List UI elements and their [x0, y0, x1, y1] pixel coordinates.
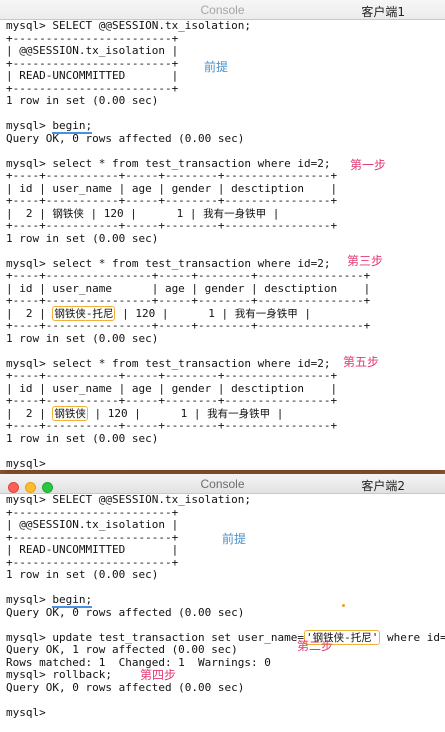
note-premise: 前提	[222, 532, 247, 546]
terminal-line: mysql>	[6, 456, 53, 470]
note-step-1: 第一步	[350, 158, 387, 172]
terminal-line: +----+----------------+-----+--------+--…	[6, 319, 371, 332]
terminal-line: mysql> begin;	[6, 593, 93, 608]
terminal-line: +----+-----------+-----+--------+-------…	[6, 194, 338, 207]
terminal-line: Query OK, 0 rows affected (0.00 sec)	[6, 131, 245, 145]
terminal-line: +----+-----------+-----+--------+-------…	[6, 369, 338, 382]
window-titlebar[interactable]: Console 客户端1	[0, 0, 445, 20]
terminal-output[interactable]: mysql> SELECT @@SESSION.tx_isolation; +--…	[0, 493, 445, 719]
terminal-output[interactable]: mysql> SELECT @@SESSION.tx_isolation; +--…	[0, 19, 445, 470]
client-label: 客户端1	[361, 5, 405, 19]
terminal-line: +----+----------------+-----+--------+--…	[6, 269, 371, 282]
terminal-line: 1 row in set (0.00 sec)	[6, 94, 159, 107]
note-step-3: 第三步	[347, 254, 384, 268]
terminal-line: Query OK, 1 row affected (0.00 sec)	[6, 643, 238, 656]
note-step-5: 第五步	[343, 355, 380, 369]
terminal-line: +----+-----------+-----+--------+-------…	[6, 419, 338, 432]
terminal-line: 1 row in set (0.00 sec)	[6, 568, 159, 581]
terminal-line: Query OK, 0 rows affected (0.00 sec)	[6, 605, 245, 619]
terminal-line: mysql> begin;	[6, 119, 93, 134]
terminal-line: +----+-----------+-----+--------+-------…	[6, 219, 338, 232]
console-window-client-1[interactable]: Console 客户端1 mysql> SELECT @@SESSION.tx_…	[0, 0, 445, 470]
note-step-4: 第四步	[140, 668, 177, 682]
terminal-line: mysql>	[6, 705, 53, 719]
window-titlebar[interactable]: Console 客户端2	[0, 474, 445, 494]
terminal-line: 1 row in set (0.00 sec)	[6, 231, 159, 245]
console-window-client-2[interactable]: Console 客户端2 mysql> SELECT @@SESSION.tx_…	[0, 474, 445, 732]
terminal-line: mysql> SELECT @@SESSION.tx_isolation;	[6, 19, 252, 32]
client-label: 客户端2	[361, 479, 405, 493]
terminal-line: Query OK, 0 rows affected (0.00 sec)	[6, 680, 245, 694]
terminal-line: 1 row in set (0.00 sec)	[6, 431, 159, 445]
note-premise: 前提	[204, 60, 229, 74]
orange-dot-mark	[342, 604, 345, 607]
note-step-2: 第二步	[297, 639, 334, 653]
desktop: Console 客户端1 mysql> SELECT @@SESSION.tx_…	[0, 0, 445, 732]
terminal-line: mysql> SELECT @@SESSION.tx_isolation;	[6, 493, 252, 506]
terminal-line: 1 row in set (0.00 sec)	[6, 331, 159, 345]
terminal-line: mysql> rollback;	[6, 668, 119, 681]
terminal-line: | @@SESSION.tx_isolation |	[6, 44, 179, 57]
